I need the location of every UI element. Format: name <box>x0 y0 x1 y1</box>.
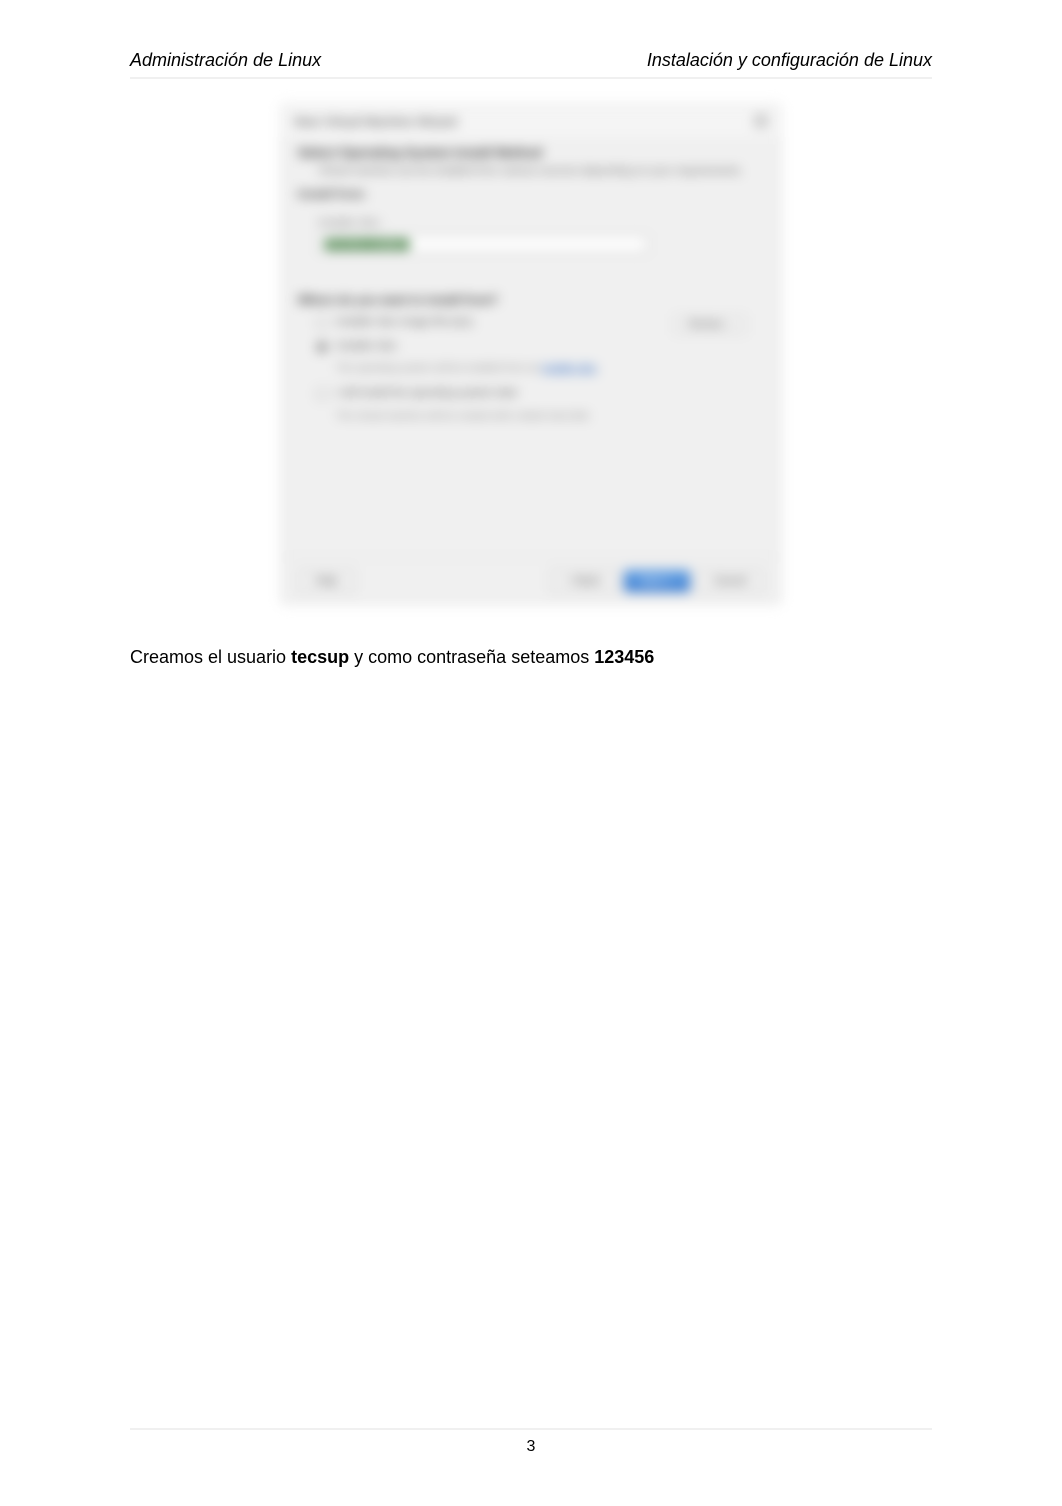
page-header: Administración de Linux Instalación y co… <box>130 50 932 79</box>
username-value: tecsup <box>291 647 349 667</box>
wizard-heading: Select Operating System Install Method <box>298 145 764 160</box>
option-iso[interactable]: Installer disc image file (iso): Browse.… <box>298 315 764 330</box>
page-number: 3 <box>527 1438 536 1455</box>
option-disc[interactable]: Installer disc <box>298 339 764 354</box>
disc-value: No drives available <box>325 239 409 250</box>
wizard-titlebar: New Virtual Machine Wizard <box>282 105 780 137</box>
install-from-label: Install from: <box>298 187 764 201</box>
installer-disc-link[interactable]: installer disc <box>542 363 597 374</box>
browse-button[interactable]: Browse... <box>674 315 746 334</box>
close-icon[interactable] <box>754 114 768 128</box>
header-title-left: Administración de Linux <box>130 50 321 71</box>
wizard-dialog: New Virtual Machine Wizard Select Operat… <box>281 104 781 604</box>
help-button[interactable]: Help <box>298 570 355 592</box>
radio-icon[interactable] <box>316 388 328 400</box>
password-value: 123456 <box>594 647 654 667</box>
embedded-screenshot: New Virtual Machine Wizard Select Operat… <box>281 104 781 604</box>
back-button[interactable]: < Back <box>550 570 618 592</box>
radio-icon[interactable] <box>316 317 328 329</box>
header-title-right: Instalación y configuración de Linux <box>647 50 932 71</box>
radio-icon[interactable] <box>316 341 328 353</box>
install-options: Where do you want to install from? Insta… <box>298 293 764 423</box>
options-title: Where do you want to install from? <box>298 293 764 307</box>
option-later-subtext: The virtual machine will be created with… <box>336 410 764 424</box>
disc-dropdown[interactable]: No drives available <box>318 235 648 253</box>
option-disc-subtext: The operating system will be installed f… <box>336 362 764 376</box>
wizard-title: New Virtual Machine Wizard <box>294 114 457 129</box>
cancel-button[interactable]: Cancel <box>696 570 764 592</box>
option-disc-label: Installer disc <box>336 339 397 354</box>
instruction-text: Creamos el usuario tecsup y como contras… <box>130 644 932 671</box>
wizard-body: Select Operating System Install Method V… <box>282 137 780 432</box>
page-footer: 3 <box>130 1428 932 1456</box>
option-later-label: I will install the operating system late… <box>336 386 518 401</box>
option-later[interactable]: I will install the operating system late… <box>298 386 764 401</box>
next-button[interactable]: Next > <box>624 570 690 592</box>
wizard-footer: Help < Back Next > Cancel <box>282 557 780 603</box>
option-iso-label: Installer disc image file (iso): <box>336 315 475 330</box>
wizard-subtext: Virtual machine can be installed from va… <box>298 164 764 179</box>
document-page: Administración de Linux Instalación y co… <box>0 0 1062 1506</box>
disc-label: Installer disc: <box>318 217 764 229</box>
